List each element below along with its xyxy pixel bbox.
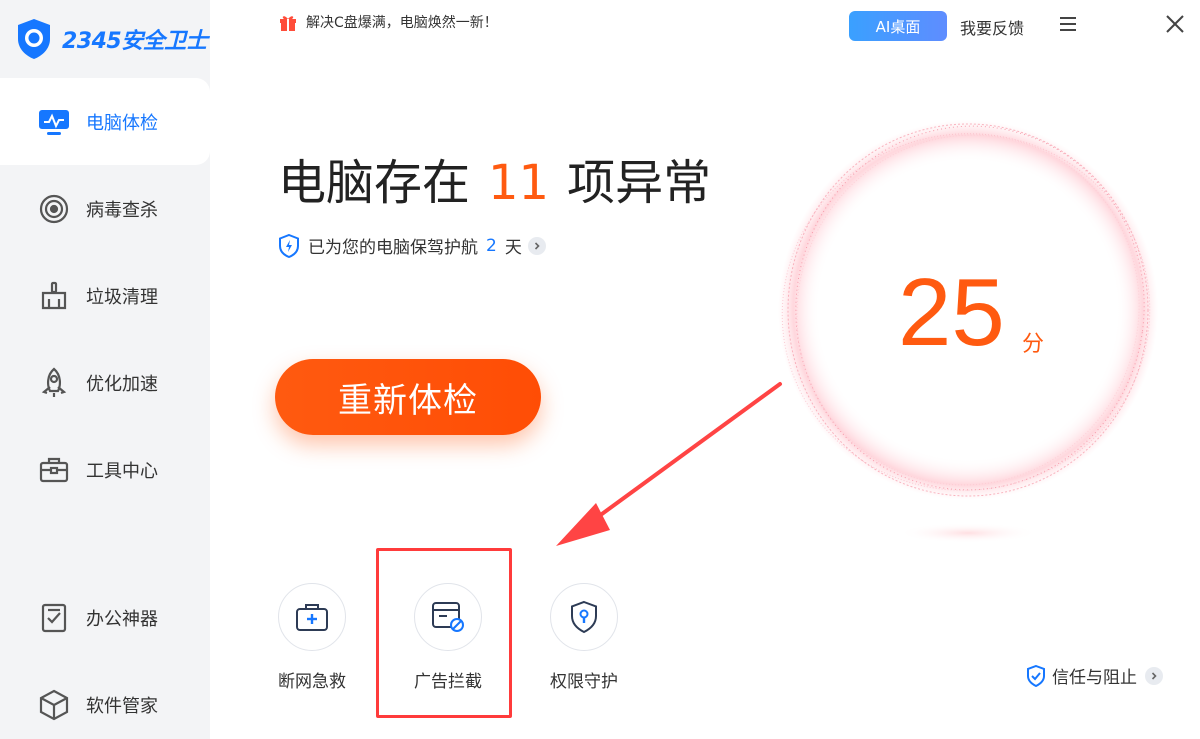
tool-permission-guard[interactable]: 权限守护 [524,583,644,692]
trust-label: 信任与阻止 [1052,668,1137,688]
sidebar-item-cleanup[interactable]: 垃圾清理 [0,252,210,339]
sidebar-item-software[interactable]: 软件管家 [0,661,210,739]
trust-and-block-link[interactable]: 信任与阻止 [1026,663,1163,688]
app-logo: 2345安全卫士 [0,0,210,78]
broom-icon [38,280,70,312]
shield-logo-icon [18,19,50,59]
recheck-button[interactable]: 重新体检 [275,359,541,435]
protect-days: 2 [486,235,497,256]
sidebar-item-label: 办公神器 [86,608,158,630]
checklist-icon [38,602,70,634]
sidebar-item-label: 工具中心 [86,460,158,482]
feedback-link[interactable]: 我要反馈 [960,15,1024,39]
sidebar-item-label: 软件管家 [86,695,158,717]
sidebar-item-label: 电脑体检 [86,112,158,134]
monitor-icon [38,106,70,138]
tool-network-rescue[interactable]: 断网急救 [252,583,372,692]
shield-key-icon [550,583,618,651]
sidebar-item-office[interactable]: 办公神器 [0,574,210,661]
protect-text: 已为您的电脑保驾护航 [308,238,478,258]
ai-desktop-button[interactable]: AI桌面 [849,11,947,41]
annotation-arrow [556,382,782,546]
tool-label: 断网急救 [278,672,346,692]
logo-text: 2345安全卫士 [62,29,208,54]
page-title: 电脑存在 11 项异常 [278,143,711,213]
issue-count: 11 [488,155,550,211]
score-unit: 分 [1022,332,1045,357]
promo-banner[interactable]: 解决C盘爆满，电脑焕然一新！ [278,12,498,32]
sidebar-item-antivirus[interactable]: 病毒查杀 [0,165,210,252]
toolbox-icon [38,454,70,486]
rocket-icon [38,367,70,399]
sidebar-item-label: 病毒查杀 [86,199,158,221]
sidebar: 2345安全卫士 电脑体检 病毒查杀 垃圾清理 优化加速 工具中心 办公神器 软… [0,0,210,739]
sidebar-item-optimize[interactable]: 优化加速 [0,339,210,426]
protection-status[interactable]: 已为您的电脑保驾护航 2 天 [278,233,546,258]
first-aid-icon [278,583,346,651]
sidebar-item-label: 垃圾清理 [86,286,158,308]
highlight-box [376,548,512,718]
headline-prefix: 电脑存在 [278,155,471,211]
sidebar-item-checkup[interactable]: 电脑体检 [0,78,210,165]
close-icon[interactable] [1164,13,1186,35]
gift-icon [280,16,296,31]
cube-icon [38,689,70,721]
promo-text: 解决C盘爆满，电脑焕然一新！ [306,15,498,31]
protect-unit: 天 [504,238,522,258]
shield-check-icon [1027,664,1045,687]
chevron-right-icon [1145,666,1163,685]
shield-check-icon [279,233,299,258]
sidebar-item-label: 优化加速 [86,373,158,395]
sidebar-item-tools[interactable]: 工具中心 [0,426,210,513]
chevron-right-icon [527,236,546,255]
menu-icon[interactable] [1058,14,1078,34]
headline-suffix: 项异常 [567,155,712,211]
score-value: 25 [898,259,1005,366]
tool-label: 权限守护 [550,672,618,692]
target-icon [38,193,70,225]
